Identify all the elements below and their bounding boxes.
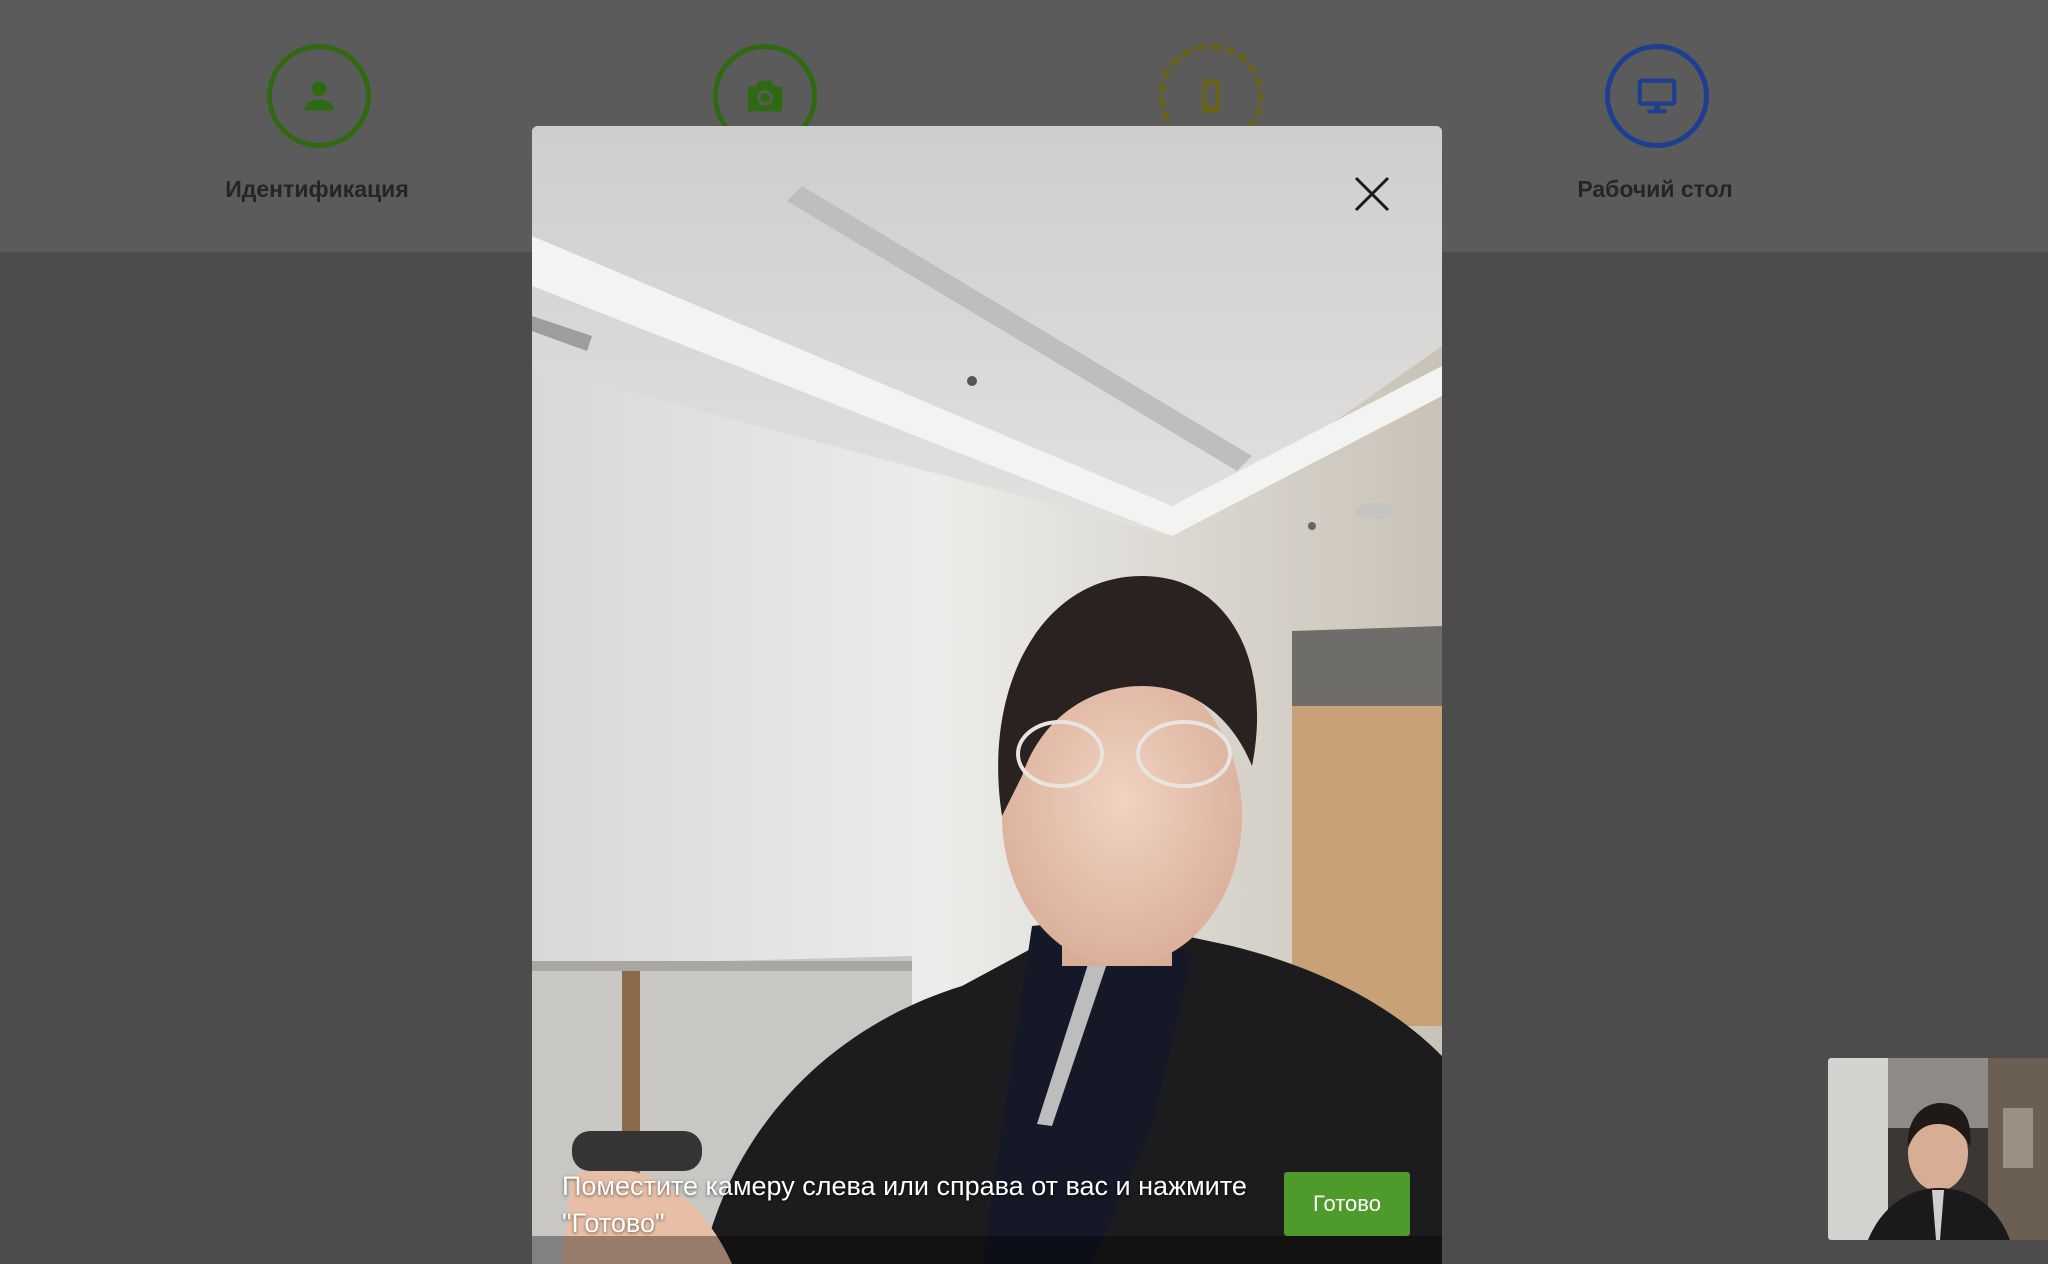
step-identification-label: Идентификация bbox=[225, 176, 409, 202]
step-desktop-circle bbox=[1605, 44, 1709, 148]
camera-feed bbox=[532, 126, 1442, 1264]
camera-modal bbox=[532, 126, 1442, 1264]
camera-icon bbox=[747, 80, 783, 112]
close-button[interactable] bbox=[1348, 170, 1396, 218]
camera-instruction-text: Поместите камеру слева или справа от вас… bbox=[562, 1171, 1247, 1238]
close-icon bbox=[1354, 176, 1390, 212]
phone-icon bbox=[1202, 79, 1220, 113]
done-button[interactable]: Готово bbox=[1284, 1172, 1410, 1236]
webcam-preview-feed bbox=[1828, 1058, 2048, 1240]
step-identification-circle bbox=[267, 44, 371, 148]
webcam-preview bbox=[1828, 1058, 2048, 1240]
desktop-icon bbox=[1637, 78, 1677, 114]
user-icon bbox=[304, 81, 334, 111]
step-desktop-label: Рабочий стол bbox=[1577, 176, 1733, 202]
